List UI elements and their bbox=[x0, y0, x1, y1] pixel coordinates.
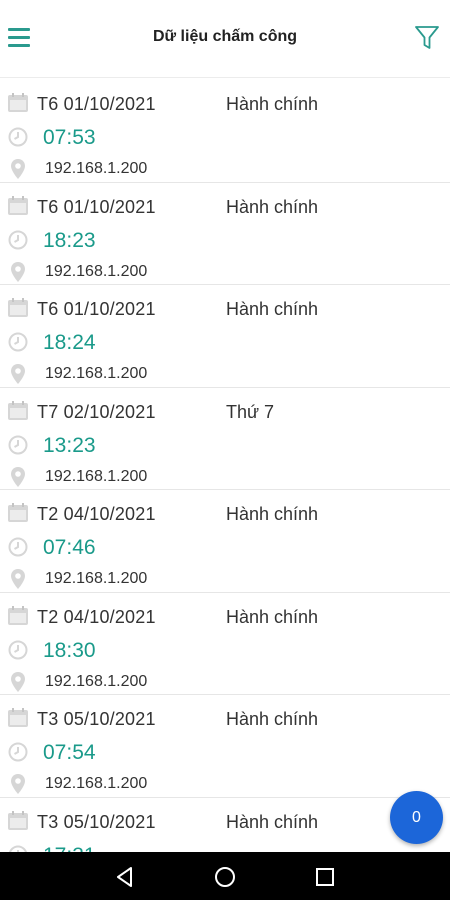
record-shift: Thứ 7 bbox=[226, 401, 275, 422]
record-time: 18:24 bbox=[43, 331, 96, 354]
record-date: T2 04/10/2021 bbox=[37, 504, 156, 524]
attendance-row[interactable]: T7 02/10/2021 Thứ 7 13:23 192.168.1.200 bbox=[0, 388, 450, 490]
page-title: Dữ liệu chấm công bbox=[152, 28, 298, 45]
record-time: 07:53 bbox=[43, 126, 96, 149]
record-time: 18:23 bbox=[43, 228, 96, 252]
calendar-icon bbox=[8, 195, 28, 215]
recents-icon[interactable] bbox=[312, 864, 338, 890]
record-date: T2 04/10/2021 bbox=[37, 606, 156, 627]
location-pin-icon bbox=[11, 159, 25, 179]
attendance-row[interactable]: T6 01/10/2021 Hành chính 07:53 192.168.1… bbox=[0, 80, 450, 183]
record-date: T6 01/10/2021 bbox=[37, 94, 156, 114]
attendance-row[interactable]: T3 05/10/2021 Hành chính 17:31 192.168.1… bbox=[0, 798, 450, 853]
attendance-row[interactable]: T6 01/10/2021 Hành chính 18:23 192.168.1… bbox=[0, 183, 450, 285]
system-navbar bbox=[0, 852, 450, 900]
calendar-icon bbox=[8, 503, 28, 522]
record-ip: 192.168.1.200 bbox=[45, 467, 148, 485]
calendar-icon bbox=[8, 605, 28, 625]
record-ip: 192.168.1.200 bbox=[45, 262, 148, 280]
record-shift: Hành chính bbox=[226, 299, 319, 319]
record-ip: 192.168.1.200 bbox=[45, 775, 148, 792]
record-ip: 192.168.1.200 bbox=[45, 672, 148, 690]
attendance-row[interactable]: T3 05/10/2021 Hành chính 07:54 192.168.1… bbox=[0, 695, 450, 798]
count-fab[interactable]: 0 bbox=[390, 791, 443, 844]
filter-icon[interactable] bbox=[414, 24, 440, 52]
calendar-icon bbox=[8, 708, 28, 727]
attendance-list[interactable]: T6 01/10/2021 Hành chính 07:53 192.168.1… bbox=[0, 80, 450, 852]
clock-icon bbox=[8, 230, 28, 249]
record-date: T6 01/10/2021 bbox=[37, 196, 156, 217]
record-time: 18:30 bbox=[43, 638, 96, 662]
record-date: T3 05/10/2021 bbox=[37, 811, 156, 832]
attendance-row[interactable]: T6 01/10/2021 Hành chính 18:24 192.168.1… bbox=[0, 285, 450, 388]
location-pin-icon bbox=[11, 466, 25, 487]
calendar-icon bbox=[8, 93, 28, 112]
clock-icon bbox=[8, 435, 28, 454]
record-time: 07:46 bbox=[43, 536, 96, 559]
fab-count: 0 bbox=[412, 808, 421, 826]
record-time: 17:31 bbox=[43, 844, 96, 853]
record-ip: 192.168.1.200 bbox=[45, 160, 148, 177]
record-date: T3 05/10/2021 bbox=[37, 709, 156, 729]
record-ip: 192.168.1.200 bbox=[45, 365, 148, 382]
clock-icon bbox=[8, 742, 28, 762]
calendar-icon bbox=[8, 298, 28, 317]
record-date: T6 01/10/2021 bbox=[37, 299, 156, 319]
attendance-row[interactable]: T2 04/10/2021 Hành chính 18:30 192.168.1… bbox=[0, 593, 450, 695]
record-shift: Hành chính bbox=[226, 606, 319, 627]
attendance-row[interactable]: T2 04/10/2021 Hành chính 07:46 192.168.1… bbox=[0, 490, 450, 593]
record-shift: Hành chính bbox=[226, 709, 319, 729]
calendar-icon bbox=[8, 400, 28, 420]
clock-icon bbox=[8, 332, 28, 352]
home-icon[interactable] bbox=[212, 864, 238, 890]
location-pin-icon bbox=[11, 774, 25, 794]
clock-icon bbox=[8, 640, 28, 659]
record-time: 13:23 bbox=[43, 433, 96, 457]
record-shift: Hành chính bbox=[226, 196, 319, 217]
calendar-icon bbox=[8, 810, 28, 830]
clock-icon bbox=[8, 845, 28, 852]
record-date: T7 02/10/2021 bbox=[37, 401, 156, 422]
location-pin-icon bbox=[11, 364, 25, 384]
location-pin-icon bbox=[11, 569, 25, 589]
record-shift: Hành chính bbox=[226, 504, 319, 524]
clock-icon bbox=[8, 127, 28, 147]
location-pin-icon bbox=[11, 671, 25, 692]
record-shift: Hành chính bbox=[226, 811, 319, 832]
record-shift: Hành chính bbox=[226, 94, 319, 114]
app-bar: Dữ liệu chấm công bbox=[0, 0, 450, 78]
clock-icon bbox=[8, 537, 28, 557]
back-icon[interactable] bbox=[112, 864, 138, 890]
record-ip: 192.168.1.200 bbox=[45, 570, 148, 587]
record-time: 07:54 bbox=[43, 741, 96, 764]
location-pin-icon bbox=[11, 261, 25, 282]
